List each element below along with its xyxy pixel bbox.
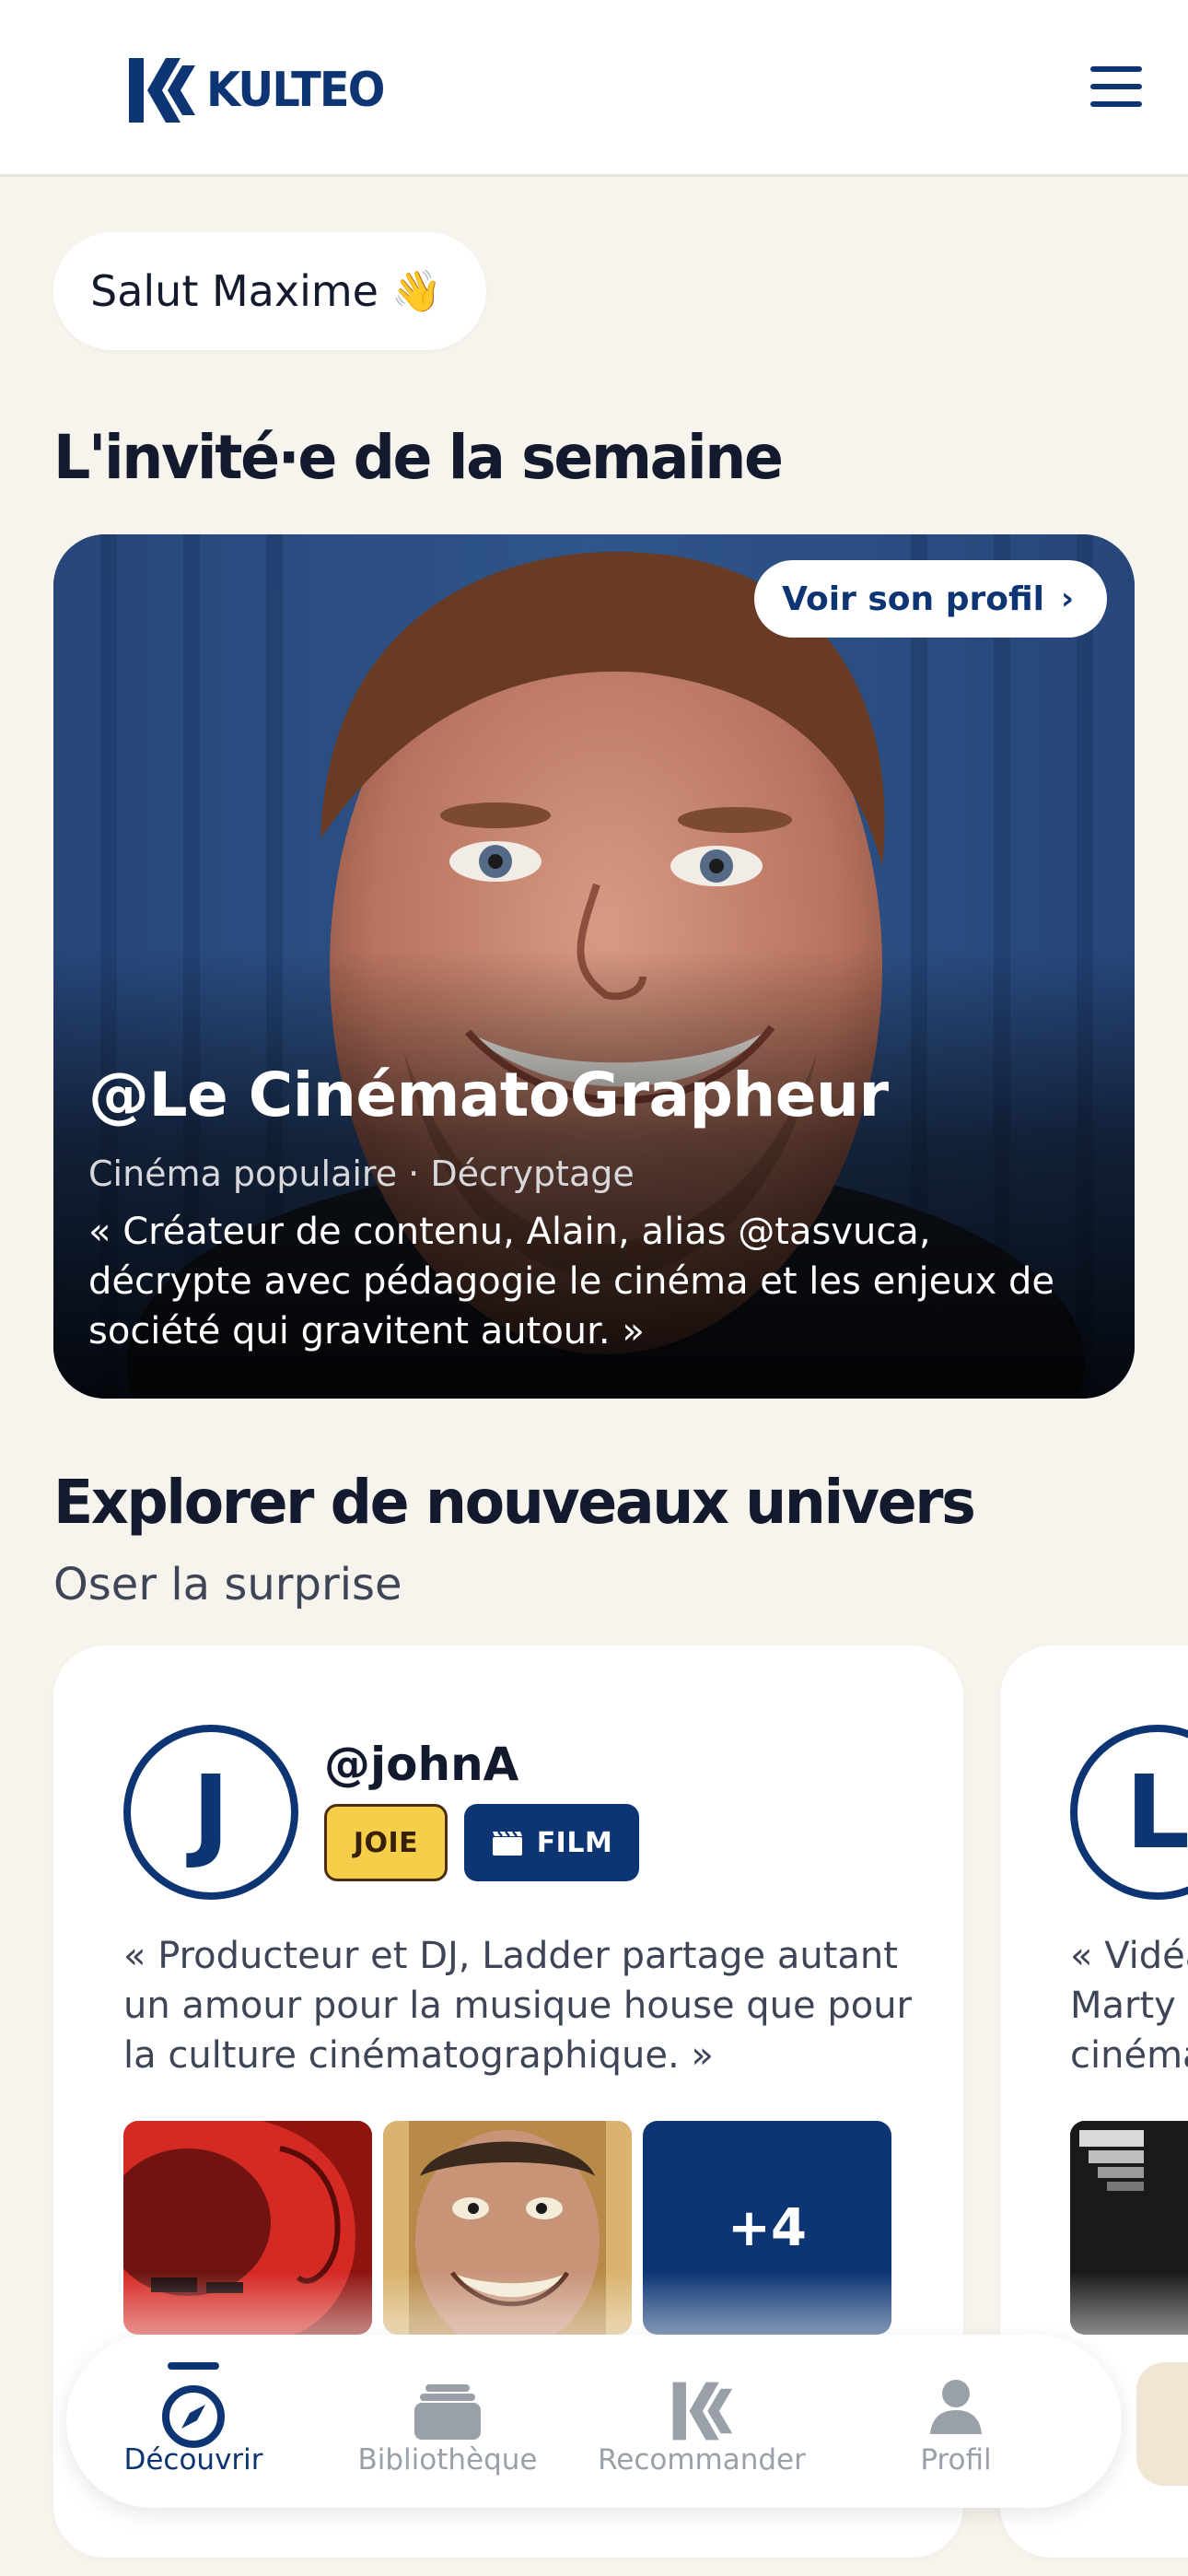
hamburger-menu-icon[interactable] — [1085, 61, 1151, 116]
bottom-navigation: Découvrir Bibliothèque Recommander Profi… — [66, 2335, 1122, 2508]
peek-action-pill[interactable] — [1136, 2362, 1188, 2486]
brand-name: KULTEO — [206, 63, 385, 118]
curator-quote: « Vidéa Marty a cinéma — [1070, 1931, 1188, 2080]
nav-label: Profil — [920, 2443, 992, 2476]
person-icon — [930, 2380, 982, 2434]
chevron-right-icon: › — [1060, 580, 1074, 617]
guest-name: @Le CinématoGrapheur — [88, 1060, 889, 1130]
view-profile-button[interactable]: Voir son profil › — [754, 560, 1107, 638]
guest-card[interactable]: Voir son profil › @Le CinématoGrapheur C… — [53, 534, 1135, 1399]
curator-quote: « Producteur et DJ, Ladder partage autan… — [123, 1935, 912, 2077]
quote-line: Marty a — [1070, 1985, 1188, 2027]
waving-hand-icon: 👋 — [390, 268, 442, 315]
app-screen: KULTEO Salut Maxime 👋 L'invité·e de la s… — [0, 0, 1188, 2576]
avatar: J — [123, 1725, 298, 1900]
avatar: L — [1070, 1725, 1188, 1900]
nav-item-profile[interactable]: Profil — [829, 2335, 1083, 2508]
nav-label: Bibliothèque — [357, 2443, 538, 2476]
nav-item-discover[interactable]: Découvrir — [66, 2335, 320, 2508]
quote-line: cinéma — [1070, 2034, 1188, 2077]
mood-tag: JOIE — [324, 1804, 448, 1881]
kulteo-logo-icon — [125, 54, 197, 126]
nav-item-recommend[interactable]: Recommander — [575, 2335, 829, 2508]
top-header: KULTEO — [0, 0, 1188, 177]
greeting-text: Salut Maxime — [90, 266, 379, 316]
explore-section-title: Explorer de nouveaux univers — [53, 1467, 976, 1538]
quote-line: « Vidéa — [1070, 1935, 1188, 1977]
active-indicator — [168, 2362, 219, 2370]
view-profile-label: Voir son profil — [782, 580, 1044, 618]
clapperboard-icon — [492, 1831, 522, 1856]
guest-quote: « Créateur de contenu, Alain, alias @tas… — [88, 1211, 1055, 1352]
library-icon — [414, 2384, 481, 2440]
type-tag: FILM — [464, 1804, 639, 1881]
type-tag-label: FILM — [536, 1826, 613, 1859]
guest-section-title: L'invité·e de la semaine — [53, 422, 784, 493]
brand-logo[interactable]: KULTEO — [125, 53, 399, 127]
kulteo-mark-icon — [672, 2382, 733, 2441]
greeting-pill: Salut Maxime 👋 — [53, 232, 486, 350]
nav-label: Recommander — [598, 2443, 806, 2476]
nav-item-library[interactable]: Bibliothèque — [320, 2335, 575, 2508]
explore-section-subtitle: Oser la surprise — [53, 1559, 402, 1610]
guest-tags: Cinéma populaire · Décryptage — [88, 1153, 635, 1194]
curator-handle: @johnA — [324, 1738, 519, 1791]
compass-icon — [162, 2385, 225, 2448]
